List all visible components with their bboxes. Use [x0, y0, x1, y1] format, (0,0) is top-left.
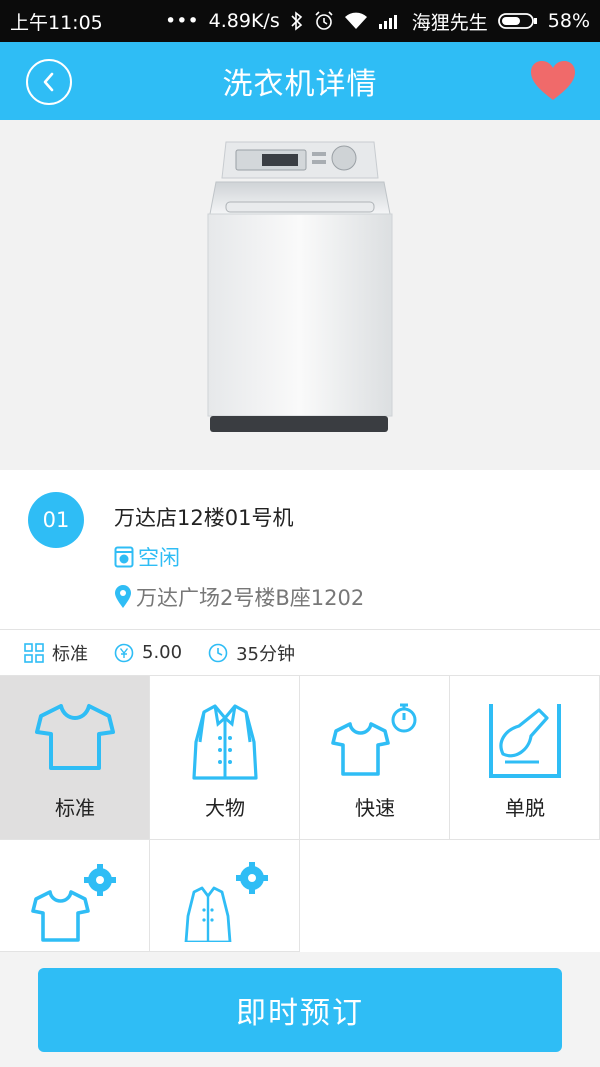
status-bar: 上午11:05 ••• 4.89K/s 海狸先生 58% — [0, 0, 600, 42]
alarm-icon — [314, 11, 334, 31]
mode-standard[interactable]: 标准 — [0, 676, 150, 840]
yen-icon — [114, 643, 134, 662]
wifi-icon — [344, 12, 368, 30]
mode-bulky[interactable]: 大物 — [150, 676, 300, 840]
network-speed: 4.89K/s — [208, 10, 280, 32]
grid-icon — [24, 642, 44, 663]
signal-icon — [378, 12, 402, 30]
machine-name: 万达店12楼01号机 — [114, 506, 294, 530]
mode-quick[interactable]: 快速 — [300, 676, 450, 840]
coat-gear-icon — [184, 862, 268, 942]
bottom-action-bar: 即时预订 — [0, 952, 600, 1067]
machine-status-text: 空闲 — [138, 546, 180, 570]
summary-duration-text: 35分钟 — [236, 643, 295, 665]
favorite-button[interactable] — [530, 60, 576, 102]
book-now-button[interactable]: 即时预订 — [38, 968, 562, 1052]
heart-icon — [531, 61, 575, 100]
mode-spin-only[interactable]: 单脱 — [450, 676, 600, 840]
washing-machine-image — [207, 141, 393, 432]
machine-info-card: 01 万达店12楼01号机 空闲 万达广场2号楼B座1202 — [0, 470, 600, 630]
tshirt-stopwatch-icon — [331, 703, 417, 776]
status-time: 上午11:05 — [10, 11, 103, 34]
mode-coat-care[interactable] — [150, 840, 300, 952]
mode-label: 大物 — [205, 796, 245, 820]
location-pin-icon — [115, 585, 131, 608]
coat-icon — [192, 704, 258, 780]
clock-icon — [208, 643, 228, 662]
tshirt-icon — [35, 704, 115, 770]
spin-dry-icon — [489, 704, 561, 778]
mode-label: 标准 — [55, 796, 95, 820]
product-image-area — [0, 120, 600, 470]
summary-price: 5.00 — [114, 642, 182, 663]
chevron-left-icon — [43, 72, 54, 92]
machine-status: 空闲 — [114, 542, 180, 572]
back-button[interactable] — [26, 59, 72, 105]
machine-address-text: 万达广场2号楼B座1202 — [136, 586, 365, 610]
summary-mode: 标准 — [24, 640, 88, 666]
mode-tshirt-care[interactable] — [0, 840, 150, 952]
tshirt-gear-icon — [31, 864, 116, 942]
mode-label: 快速 — [355, 796, 395, 820]
app-header: 洗衣机详情 — [0, 42, 600, 120]
washer-icon — [114, 546, 134, 568]
carrier-name: 海狸先生 — [411, 11, 488, 34]
page-title: 洗衣机详情 — [222, 67, 378, 102]
summary-price-text: 5.00 — [142, 642, 183, 663]
more-dots-icon: ••• — [165, 10, 199, 32]
wash-summary: 标准 5.00 35分钟 — [0, 630, 600, 676]
mode-label: 单脱 — [505, 796, 545, 820]
bluetooth-icon — [290, 11, 304, 31]
summary-duration: 35分钟 — [208, 640, 295, 666]
machine-address: 万达广场2号楼B座1202 — [114, 582, 364, 612]
summary-mode-text: 标准 — [52, 643, 88, 665]
battery-icon — [497, 12, 538, 30]
machine-number-badge: 01 — [28, 492, 84, 548]
wash-mode-grid: 标准 大物 快速 单脱 — [0, 676, 600, 952]
battery-level: 58% — [547, 10, 590, 32]
